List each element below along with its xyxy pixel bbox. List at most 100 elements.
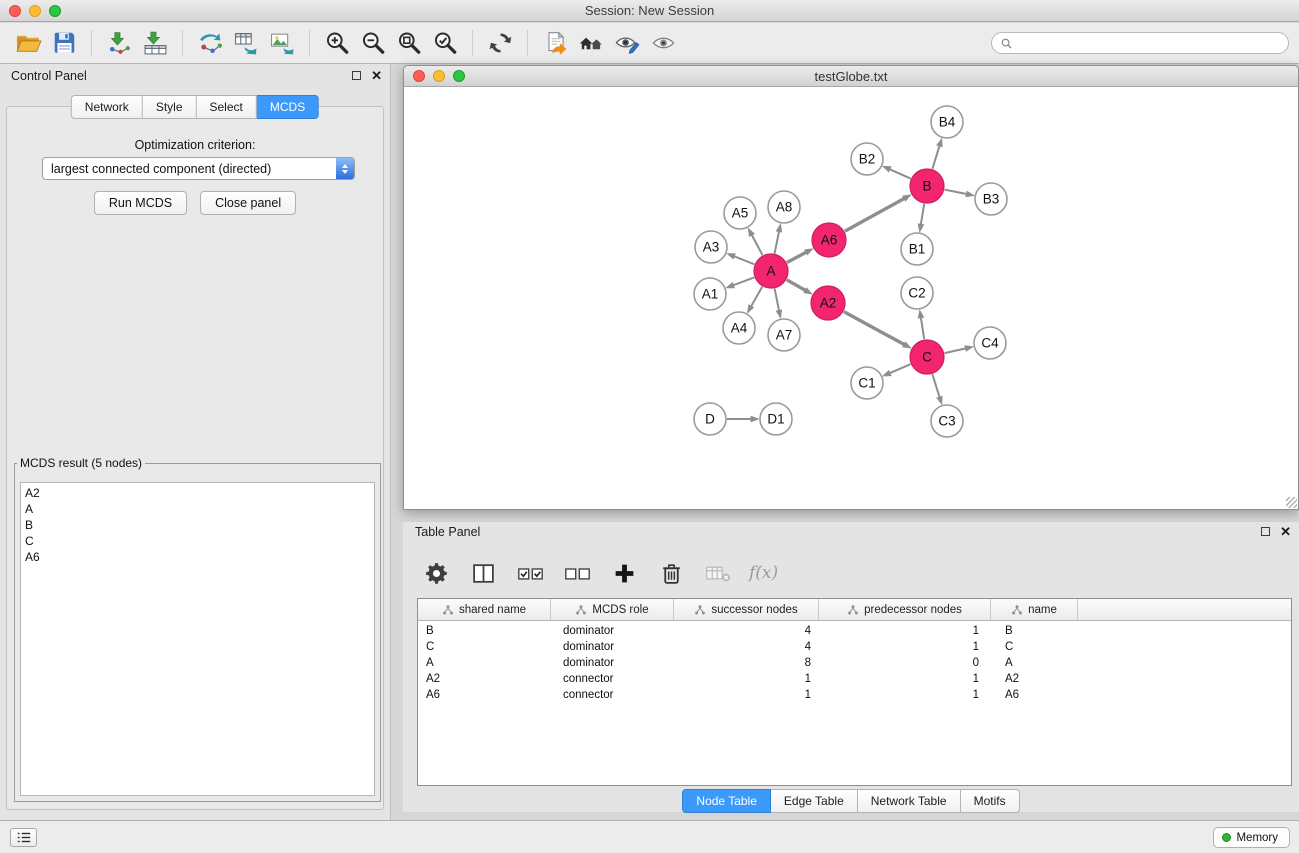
function-builder-button[interactable]: f(x) (749, 557, 778, 589)
table-cell[interactable]: connector (551, 687, 674, 703)
network-minimize-button[interactable] (433, 70, 445, 82)
table-row[interactable]: A2connector11A2 (418, 671, 1291, 687)
network-zoom-button[interactable] (453, 70, 465, 82)
select-all-checkbox-button[interactable] (514, 557, 546, 589)
table-cell[interactable]: 1 (819, 623, 991, 639)
memory-button[interactable]: Memory (1213, 827, 1290, 848)
close-table-panel-icon[interactable]: ✕ (1280, 526, 1291, 537)
network-node-A8[interactable]: A8 (768, 191, 800, 223)
network-edge-A-A2[interactable] (787, 280, 806, 291)
column-browser-button[interactable] (467, 557, 499, 589)
network-node-D1[interactable]: D1 (760, 403, 792, 435)
zoom-selected-button[interactable] (427, 26, 463, 60)
eye-button[interactable] (645, 26, 681, 60)
network-edge-A-A6[interactable] (787, 252, 806, 262)
table-tab-edge-table[interactable]: Edge Table (771, 789, 858, 813)
table-cell[interactable]: A2 (991, 671, 1078, 687)
table-cell[interactable]: A (991, 655, 1078, 671)
network-node-B3[interactable]: B3 (975, 183, 1007, 215)
table-cell[interactable]: 8 (674, 655, 819, 671)
table-row[interactable]: Adominator80A (418, 655, 1291, 671)
close-panel-button[interactable]: Close panel (200, 191, 296, 215)
network-node-A6[interactable]: A6 (812, 223, 846, 257)
table-cell[interactable]: C (418, 639, 551, 655)
table-cell[interactable]: B (991, 623, 1078, 639)
column-header-name[interactable]: name (991, 599, 1078, 620)
column-header-shared-name[interactable]: shared name (418, 599, 551, 620)
network-edge-B-B3[interactable] (945, 190, 967, 194)
save-button[interactable] (46, 26, 82, 60)
delete-column-disabled-button[interactable] (702, 557, 734, 589)
network-node-C3[interactable]: C3 (931, 405, 963, 437)
eye-pen-button[interactable] (609, 26, 645, 60)
network-edge-C-C2[interactable] (921, 318, 924, 340)
table-cell[interactable]: A2 (418, 671, 551, 687)
table-cell[interactable]: 4 (674, 639, 819, 655)
network-node-A1[interactable]: A1 (694, 278, 726, 310)
network-edge-C-C4[interactable] (945, 348, 966, 353)
resize-handle-icon[interactable] (1286, 497, 1297, 508)
network-node-A5[interactable]: A5 (724, 197, 756, 229)
column-header-successor-nodes[interactable]: successor nodes (674, 599, 819, 620)
network-node-A[interactable]: A (754, 254, 788, 288)
network-edge-A-A3[interactable] (734, 256, 754, 264)
mcds-result-item[interactable]: A6 (25, 549, 370, 565)
toolbar-search-box[interactable] (991, 32, 1289, 54)
network-node-A4[interactable]: A4 (723, 312, 755, 344)
table-cell[interactable]: connector (551, 671, 674, 687)
optimization-criterion-dropdown[interactable]: largest connected component (directed) (42, 157, 355, 180)
minimize-window-button[interactable] (29, 5, 41, 17)
network-edge-A-A8[interactable] (775, 232, 779, 254)
network-node-C[interactable]: C (910, 340, 944, 374)
network-edge-A-A4[interactable] (751, 287, 762, 307)
table-cell[interactable]: 1 (819, 671, 991, 687)
close-window-button[interactable] (9, 5, 21, 17)
network-edge-A-A1[interactable] (733, 277, 754, 285)
network-window-titlebar[interactable]: testGlobe.txt (404, 66, 1298, 87)
table-cell[interactable]: A (418, 655, 551, 671)
refresh-layout-button[interactable] (482, 26, 518, 60)
network-node-C1[interactable]: C1 (851, 367, 883, 399)
table-row[interactable]: Cdominator41C (418, 639, 1291, 655)
settings-gear-button[interactable] (420, 557, 452, 589)
export-network-button[interactable] (192, 26, 228, 60)
network-node-A7[interactable]: A7 (768, 319, 800, 351)
network-node-D[interactable]: D (694, 403, 726, 435)
table-cell[interactable]: dominator (551, 639, 674, 655)
task-history-button[interactable] (10, 828, 37, 847)
network-node-C2[interactable]: C2 (901, 277, 933, 309)
delete-table-button[interactable] (655, 557, 687, 589)
network-edge-B-B4[interactable] (932, 146, 939, 169)
float-table-panel-icon[interactable] (1261, 527, 1270, 536)
table-cell[interactable]: 1 (674, 687, 819, 703)
run-mcds-button[interactable]: Run MCDS (94, 191, 187, 215)
mcds-result-item[interactable]: B (25, 517, 370, 533)
network-node-B4[interactable]: B4 (931, 106, 963, 138)
table-tab-motifs[interactable]: Motifs (961, 789, 1020, 813)
network-edge-A2-C[interactable] (844, 312, 904, 345)
zoom-fit-button[interactable] (391, 26, 427, 60)
table-cell[interactable]: A6 (418, 687, 551, 703)
mcds-result-item[interactable]: A (25, 501, 370, 517)
control-panel-tab-style[interactable]: Style (143, 95, 197, 119)
table-cell[interactable]: C (991, 639, 1078, 655)
export-image-button[interactable] (264, 26, 300, 60)
table-tab-network-table[interactable]: Network Table (858, 789, 961, 813)
table-cell[interactable]: 4 (674, 623, 819, 639)
network-edge-A6-B[interactable] (845, 199, 904, 232)
network-node-A2[interactable]: A2 (811, 286, 845, 320)
open-folder-button[interactable] (10, 26, 46, 60)
network-edge-B-B1[interactable] (921, 204, 924, 225)
network-edge-B-B2[interactable] (890, 169, 911, 178)
table-cell[interactable]: dominator (551, 623, 674, 639)
column-header-MCDS-role[interactable]: MCDS role (551, 599, 674, 620)
table-cell[interactable]: B (418, 623, 551, 639)
table-cell[interactable]: A6 (991, 687, 1078, 703)
zoom-out-button[interactable] (355, 26, 391, 60)
export-table-button[interactable] (228, 26, 264, 60)
network-node-B[interactable]: B (910, 169, 944, 203)
table-row[interactable]: A6connector11A6 (418, 687, 1291, 703)
mcds-result-list[interactable]: A2ABCA6 (20, 482, 375, 796)
zoom-in-button[interactable] (319, 26, 355, 60)
table-tab-node-table[interactable]: Node Table (682, 789, 771, 813)
